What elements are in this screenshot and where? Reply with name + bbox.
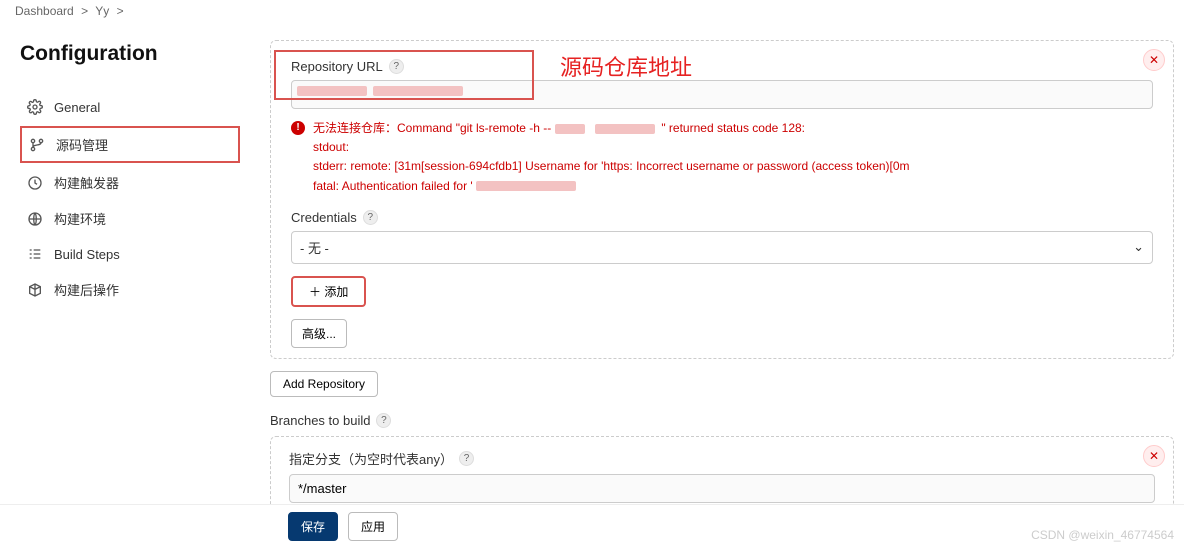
sidebar-item-label: 源码管理 [56,135,108,154]
page-title: Configuration [20,42,240,66]
annotation-repo-label: 源码仓库地址 [560,50,692,82]
breadcrumb-sep: > [81,4,88,18]
steps-icon [26,245,44,263]
error-block: ! 无法连接仓库：Command "git ls-remote -h -- " … [291,119,1153,196]
clock-icon [26,174,44,192]
sidebar: Configuration General 源码管理 构建触发器 构建环境 [0,22,260,510]
footer-bar: 保存 应用 [0,504,1184,548]
branch-icon [28,136,46,154]
error-line1-suffix: " returned status code 128: [661,121,805,135]
sidebar-item-scm[interactable]: 源码管理 [20,126,240,163]
breadcrumb-sep2: > [117,4,124,18]
sidebar-item-steps[interactable]: Build Steps [20,238,240,270]
remove-branch-button[interactable]: ✕ [1143,445,1165,467]
gear-icon [26,98,44,116]
error-icon: ! [291,121,305,135]
branches-title-text: Branches to build [270,413,370,428]
sidebar-item-label: Build Steps [54,247,120,262]
help-icon[interactable]: ? [376,413,391,428]
error-line4: fatal: Authentication failed for ' [313,179,473,193]
credentials-select[interactable]: - 无 - ⌄ [291,231,1153,264]
breadcrumb: Dashboard > Yy > [0,0,1184,22]
repo-url-label: Repository URL ? [291,59,1153,74]
plus-icon: ＋ [309,285,321,299]
repository-panel: ✕ Repository URL ? ! 无法连接仓库：Command "git… [270,40,1174,359]
watermark: CSDN @weixin_46774564 [1031,528,1174,542]
branch-spec-input[interactable] [289,474,1155,503]
sidebar-item-label: 构建触发器 [54,173,119,192]
sidebar-item-postbuild[interactable]: 构建后操作 [20,273,240,306]
sidebar-item-label: 构建环境 [54,209,106,228]
credentials-label: Credentials ? [291,210,1153,225]
sidebar-item-triggers[interactable]: 构建触发器 [20,166,240,199]
save-button[interactable]: 保存 [288,512,338,541]
error-line3: stderr: remote: [31m[session-694cfdb1] … [313,157,910,176]
add-label: 添加 [324,285,348,299]
content-area: ✕ Repository URL ? ! 无法连接仓库：Command "git… [260,22,1184,510]
error-line2: stdout: [313,138,910,157]
add-credentials-button[interactable]: ＋ 添加 [291,276,366,307]
branches-title: Branches to build ? [270,413,1174,428]
advanced-button[interactable]: 高级... [291,319,347,348]
branch-panel: ✕ 指定分支（为空时代表any） ? [270,436,1174,510]
sidebar-item-env[interactable]: 构建环境 [20,202,240,235]
help-icon[interactable]: ? [389,59,404,74]
globe-icon [26,210,44,228]
branch-spec-label: 指定分支（为空时代表any） ? [289,449,1155,468]
credentials-label-text: Credentials [291,210,357,225]
credentials-value: - 无 - [300,238,329,257]
repo-url-label-text: Repository URL [291,59,383,74]
chevron-down-icon: ⌄ [1133,239,1144,255]
help-icon[interactable]: ? [363,210,378,225]
breadcrumb-yy[interactable]: Yy [95,4,109,18]
sidebar-item-label: General [54,100,100,115]
package-icon [26,281,44,299]
breadcrumb-dashboard[interactable]: Dashboard [15,4,74,18]
error-line1-prefix: 无法连接仓库：Command "git ls-remote -h -- [313,121,555,135]
apply-button[interactable]: 应用 [348,512,398,541]
add-repository-button[interactable]: Add Repository [270,371,378,397]
sidebar-item-label: 构建后操作 [54,280,119,299]
branch-spec-label-text: 指定分支（为空时代表any） [289,449,453,468]
remove-repository-button[interactable]: ✕ [1143,49,1165,71]
sidebar-item-general[interactable]: General [20,91,240,123]
help-icon[interactable]: ? [459,451,474,466]
